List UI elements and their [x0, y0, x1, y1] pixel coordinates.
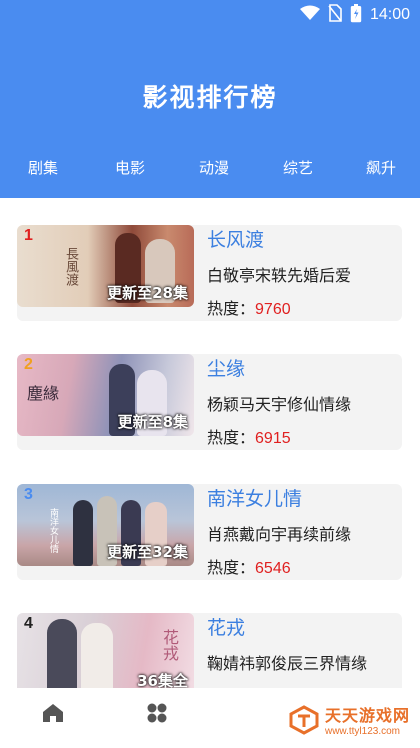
watermark: 天天游戏网 www.ttyl123.com: [289, 702, 410, 737]
poster-title-text: 塵緣: [27, 384, 60, 403]
heat-value: 9760: [255, 301, 291, 318]
show-title[interactable]: 南洋女儿情: [207, 484, 302, 511]
tab-series[interactable]: 剧集: [28, 157, 58, 178]
tab-anime[interactable]: 动漫: [199, 157, 229, 178]
tab-trending[interactable]: 飙升: [366, 157, 396, 178]
show-title[interactable]: 尘缘: [207, 354, 245, 381]
heat-label: 热度：: [207, 428, 256, 447]
heat-row: 热度：9760: [207, 295, 291, 319]
list-item[interactable]: 花戎 4 36集全 花戎 鞠婧祎郭俊辰三界情缘 热度：: [17, 613, 402, 688]
home-icon[interactable]: [42, 702, 68, 728]
episode-badge: 更新至32集: [107, 543, 188, 561]
episode-badge: 36集全: [137, 672, 188, 688]
heat-label: 热度：: [207, 558, 256, 577]
rank-number: 1: [24, 227, 33, 244]
page-title: 影视排行榜: [142, 83, 278, 112]
rank-number: 3: [24, 486, 33, 503]
poster-title-text: 花戎: [160, 629, 179, 661]
heat-value: 6546: [255, 560, 291, 577]
status-time: 14:00: [369, 6, 410, 23]
watermark-name: 天天游戏网: [324, 706, 410, 725]
rank-number: 4: [24, 615, 33, 632]
watermark-url: www.ttyl123.com: [324, 726, 401, 737]
list-item[interactable]: 南洋女儿情 3 更新至32集 南洋女儿情 肖燕戴向宇再续前缘 热度：6546: [17, 484, 402, 580]
poster-thumbnail[interactable]: 塵緣 2 更新至8集: [17, 354, 194, 436]
heat-row: 热度：6546: [207, 554, 291, 578]
poster-thumbnail[interactable]: 長風渡 1 更新至28集: [17, 225, 194, 307]
episode-badge: 更新至8集: [117, 413, 188, 431]
bottom-nav: 天天游戏网 www.ttyl123.com: [0, 688, 420, 748]
list-item[interactable]: 塵緣 2 更新至8集 尘缘 杨颖马天宇修仙情缘 热度：6915: [17, 354, 402, 450]
show-title[interactable]: 长风渡: [207, 225, 264, 252]
show-description: 鞠婧祎郭俊辰三界情缘: [207, 654, 368, 673]
category-tabs: 剧集 电影 动漫 综艺 飙升: [0, 157, 420, 183]
status-bar: 14:00: [0, 0, 420, 30]
show-description: 杨颖马天宇修仙情缘: [207, 395, 352, 414]
wifi-icon: [299, 5, 320, 25]
show-title[interactable]: 花戎: [207, 613, 245, 640]
poster-title-text: 南洋女儿情: [48, 508, 58, 553]
show-description: 白敬亭宋轶先婚后爱: [207, 266, 352, 285]
grid-icon[interactable]: [146, 702, 172, 728]
no-sim-icon: [328, 4, 342, 26]
heat-label: 热度：: [207, 299, 256, 318]
tab-movies[interactable]: 电影: [115, 157, 145, 178]
poster-title-text: 長風渡: [63, 247, 78, 286]
ranking-list: 長風渡 1 更新至28集 长风渡 白敬亭宋轶先婚后爱 热度：9760 塵緣 2 …: [0, 198, 420, 688]
list-item[interactable]: 長風渡 1 更新至28集 长风渡 白敬亭宋轶先婚后爱 热度：9760: [17, 225, 402, 321]
poster-thumbnail[interactable]: 花戎 4 36集全: [17, 613, 194, 688]
header: 14:00 影视排行榜 剧集 电影 动漫 综艺 飙升: [0, 0, 420, 198]
heat-value: 6915: [255, 430, 291, 447]
rank-number: 2: [24, 356, 33, 373]
battery-icon: [350, 3, 362, 27]
show-description: 肖燕戴向宇再续前缘: [207, 525, 352, 544]
tab-variety[interactable]: 综艺: [283, 157, 313, 178]
episode-badge: 更新至28集: [107, 284, 188, 302]
watermark-logo-icon: [289, 704, 319, 735]
poster-thumbnail[interactable]: 南洋女儿情 3 更新至32集: [17, 484, 194, 566]
heat-row: 热度：6915: [207, 424, 291, 448]
